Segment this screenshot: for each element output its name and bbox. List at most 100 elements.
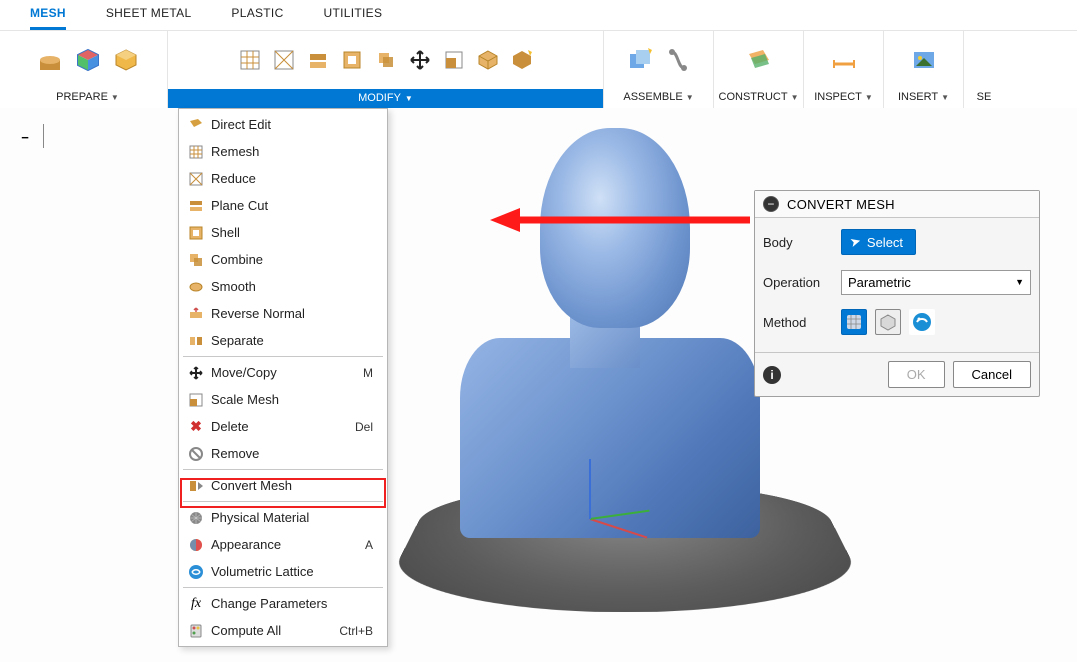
remesh-icon: [187, 143, 205, 161]
method-organic-button[interactable]: [909, 309, 935, 335]
menu-remesh[interactable]: Remesh: [179, 138, 387, 165]
menu-delete[interactable]: ✖ Delete Del: [179, 413, 387, 440]
menu-separate[interactable]: Separate: [179, 327, 387, 354]
modify-group-label[interactable]: MODIFY ▼: [168, 89, 603, 108]
convert-mesh-panel: − CONVERT MESH Body ➤ Select Operation P…: [754, 190, 1040, 397]
select-body-button[interactable]: ➤ Select: [841, 229, 916, 255]
toolbar-group-insert: INSERT ▼: [884, 31, 964, 108]
modify-icon-convert[interactable]: [474, 46, 502, 74]
menu-separator: [183, 501, 383, 502]
select-label: SE: [977, 91, 992, 103]
tab-sheetmetal[interactable]: SHEET METAL: [106, 6, 192, 30]
menu-convert-mesh[interactable]: Convert Mesh: [179, 472, 387, 499]
menu-shortcut: M: [363, 366, 373, 380]
modify-label: MODIFY: [358, 92, 401, 104]
modify-icon-reduce[interactable]: [270, 46, 298, 74]
menu-reverse-normal[interactable]: Reverse Normal: [179, 300, 387, 327]
menu-scale-mesh[interactable]: Scale Mesh: [179, 386, 387, 413]
toolbar-group-prepare: PREPARE ▼: [8, 31, 168, 108]
inspect-icon-measure[interactable]: [828, 44, 860, 76]
insert-group-label[interactable]: INSERT ▼: [898, 88, 949, 108]
assemble-label: ASSEMBLE: [623, 91, 682, 103]
timeline-collapse-icon[interactable]: −: [16, 128, 34, 146]
menu-volumetric-lattice[interactable]: Volumetric Lattice: [179, 558, 387, 585]
move-icon: [187, 364, 205, 382]
menu-direct-edit[interactable]: Direct Edit: [179, 111, 387, 138]
menu-change-parameters[interactable]: fx Change Parameters: [179, 590, 387, 617]
toolbar-group-inspect: INSPECT ▼: [804, 31, 884, 108]
caret-down-icon: ▼: [1015, 277, 1024, 287]
menu-physical-material[interactable]: Physical Material: [179, 504, 387, 531]
operation-dropdown[interactable]: Parametric ▼: [841, 270, 1031, 295]
caret-down-icon: ▼: [791, 93, 799, 102]
prepare-icon-3[interactable]: [110, 44, 142, 76]
menu-separator: [183, 469, 383, 470]
cancel-button[interactable]: Cancel: [953, 361, 1031, 388]
row-body: Body ➤ Select: [763, 228, 1031, 256]
panel-title: CONVERT MESH: [787, 197, 895, 212]
modify-icon-scale[interactable]: [440, 46, 468, 74]
row-operation: Operation Parametric ▼: [763, 268, 1031, 296]
menu-move-copy[interactable]: Move/Copy M: [179, 359, 387, 386]
compute-all-icon: [187, 622, 205, 640]
assemble-group-label[interactable]: ASSEMBLE ▼: [623, 88, 693, 108]
inspect-label: INSPECT: [814, 91, 862, 103]
menu-label: Smooth: [211, 279, 379, 294]
method-prismatic-button[interactable]: [875, 309, 901, 335]
tab-plastic[interactable]: PLASTIC: [231, 6, 283, 30]
tab-mesh[interactable]: MESH: [30, 6, 66, 30]
menu-label: Compute All: [211, 623, 333, 638]
construct-group-label[interactable]: CONSTRUCT ▼: [719, 88, 799, 108]
convert-mesh-icon: [187, 477, 205, 495]
tab-utilities[interactable]: UTILITIES: [324, 6, 383, 30]
prepare-icon-1[interactable]: [34, 44, 66, 76]
toolbar-group-assemble: ASSEMBLE ▼: [604, 31, 714, 108]
prepare-icon-2[interactable]: [72, 44, 104, 76]
remove-icon: [187, 445, 205, 463]
modify-icon-shell[interactable]: [338, 46, 366, 74]
inspect-group-label[interactable]: INSPECT ▼: [814, 88, 873, 108]
delete-icon: ✖: [187, 418, 205, 436]
cursor-icon: ➤: [848, 233, 863, 251]
menu-reduce[interactable]: Reduce: [179, 165, 387, 192]
caret-down-icon: ▼: [686, 93, 694, 102]
construct-icon-plane[interactable]: [743, 44, 775, 76]
assemble-icon-new[interactable]: [624, 44, 656, 76]
modify-icon-combine[interactable]: [372, 46, 400, 74]
axis-z-icon: [589, 459, 591, 519]
menu-smooth[interactable]: Smooth: [179, 273, 387, 300]
smooth-icon: [187, 278, 205, 296]
panel-header[interactable]: − CONVERT MESH: [755, 191, 1039, 218]
collapse-icon[interactable]: −: [763, 196, 779, 212]
plane-cut-icon: [187, 197, 205, 215]
modify-icon-move[interactable]: [406, 46, 434, 74]
menu-label: Delete: [211, 419, 349, 434]
menu-shell[interactable]: Shell: [179, 219, 387, 246]
menu-shortcut: Del: [355, 420, 373, 434]
insert-icon-image[interactable]: [908, 44, 940, 76]
method-faceted-button[interactable]: [841, 309, 867, 335]
modify-icon-star[interactable]: [508, 46, 536, 74]
info-icon[interactable]: i: [763, 366, 781, 384]
select-group-label[interactable]: SE: [977, 88, 992, 108]
modify-icon-planecut[interactable]: [304, 46, 332, 74]
menu-appearance[interactable]: Appearance A: [179, 531, 387, 558]
menu-plane-cut[interactable]: Plane Cut: [179, 192, 387, 219]
modify-icon-remesh[interactable]: [236, 46, 264, 74]
select-btn-label: Select: [867, 235, 903, 250]
menu-compute-all[interactable]: Compute All Ctrl+B: [179, 617, 387, 644]
operation-label: Operation: [763, 275, 841, 290]
menu-label: Appearance: [211, 537, 359, 552]
assemble-icon-joint[interactable]: [662, 44, 694, 76]
menu-separator: [183, 587, 383, 588]
menu-label: Reverse Normal: [211, 306, 379, 321]
ribbon-toolbar: PREPARE ▼: [0, 30, 1077, 108]
menu-combine[interactable]: Combine: [179, 246, 387, 273]
prepare-group-label[interactable]: PREPARE ▼: [56, 88, 119, 108]
caret-down-icon: ▼: [941, 93, 949, 102]
menu-label: Separate: [211, 333, 379, 348]
menu-label: Remove: [211, 446, 379, 461]
parameters-icon: fx: [187, 595, 205, 613]
menu-remove[interactable]: Remove: [179, 440, 387, 467]
menu-label: Scale Mesh: [211, 392, 379, 407]
